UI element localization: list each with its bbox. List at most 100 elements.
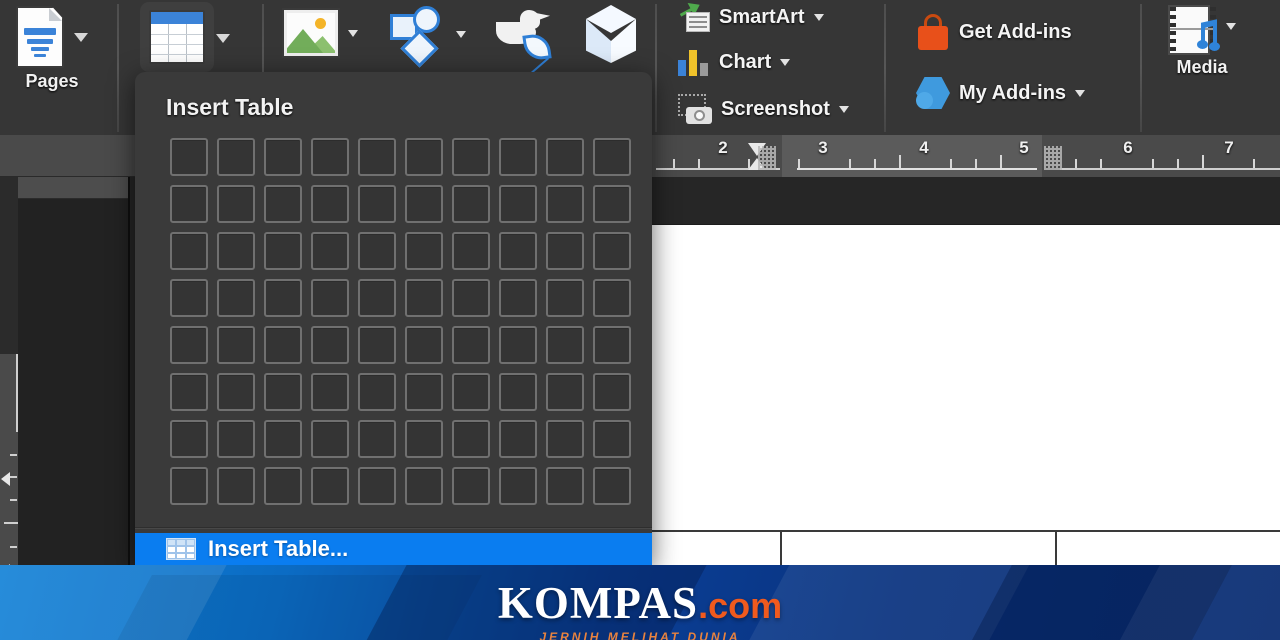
table-size-cell[interactable] xyxy=(405,467,443,505)
ribbon-button-smartart[interactable]: SmartArt xyxy=(676,2,824,32)
table-size-cell[interactable] xyxy=(264,373,302,411)
table-size-cell[interactable] xyxy=(452,326,490,364)
table-size-cell[interactable] xyxy=(311,138,349,176)
table-size-cell[interactable] xyxy=(452,232,490,270)
shapes-chevron-down-icon[interactable] xyxy=(456,30,466,38)
table-size-cell[interactable] xyxy=(546,279,584,317)
table-size-cell[interactable] xyxy=(358,467,396,505)
media-chevron-down-icon[interactable] xyxy=(1226,23,1236,30)
table-size-cell[interactable] xyxy=(217,326,255,364)
table-size-cell[interactable] xyxy=(170,138,208,176)
ribbon-button-table[interactable] xyxy=(140,2,214,72)
table-size-cell[interactable] xyxy=(358,232,396,270)
ribbon-button-3dmodels[interactable] xyxy=(583,5,639,63)
table-size-cell[interactable] xyxy=(546,420,584,458)
table-size-cell[interactable] xyxy=(546,373,584,411)
table-size-cell[interactable] xyxy=(311,467,349,505)
table-size-cell[interactable] xyxy=(358,279,396,317)
table-size-cell[interactable] xyxy=(499,185,537,223)
ribbon-button-shapes[interactable] xyxy=(388,6,466,68)
table-size-cell[interactable] xyxy=(264,326,302,364)
table-size-cell[interactable] xyxy=(264,279,302,317)
table-size-cell[interactable] xyxy=(593,373,631,411)
my-add-ins-chevron-down-icon[interactable] xyxy=(1075,89,1086,97)
table-size-cell[interactable] xyxy=(217,232,255,270)
table-size-picker-grid[interactable] xyxy=(166,134,636,510)
table-size-cell[interactable] xyxy=(405,138,443,176)
table-size-cell[interactable] xyxy=(217,373,255,411)
insert-table-menu-item[interactable]: Insert Table... xyxy=(135,533,652,565)
table-size-cell[interactable] xyxy=(405,185,443,223)
pictures-chevron-down-icon[interactable] xyxy=(348,29,358,37)
table-size-cell[interactable] xyxy=(264,185,302,223)
vertical-indent-marker[interactable] xyxy=(1,472,10,486)
ribbon-button-chart[interactable]: Chart xyxy=(678,48,791,76)
ribbon-button-screenshot[interactable]: Screenshot xyxy=(676,94,849,124)
ribbon-button-get-add-ins[interactable]: Get Add-ins xyxy=(916,14,1072,50)
table-size-cell[interactable] xyxy=(499,138,537,176)
table-size-cell[interactable] xyxy=(311,420,349,458)
table-size-cell[interactable] xyxy=(499,420,537,458)
table-size-cell[interactable] xyxy=(499,373,537,411)
table-size-cell[interactable] xyxy=(311,373,349,411)
table-size-cell[interactable] xyxy=(593,420,631,458)
table-size-cell[interactable] xyxy=(452,420,490,458)
table-size-cell[interactable] xyxy=(217,420,255,458)
table-size-cell[interactable] xyxy=(405,420,443,458)
table-size-cell[interactable] xyxy=(546,326,584,364)
table-size-cell[interactable] xyxy=(264,138,302,176)
ribbon-button-my-add-ins[interactable]: My Add-ins xyxy=(916,76,1086,110)
table-size-cell[interactable] xyxy=(546,467,584,505)
screenshot-chevron-down-icon[interactable] xyxy=(838,105,849,113)
table-size-cell[interactable] xyxy=(546,232,584,270)
table-size-cell[interactable] xyxy=(170,467,208,505)
table-size-cell[interactable] xyxy=(405,373,443,411)
table-size-cell[interactable] xyxy=(264,420,302,458)
table-size-cell[interactable] xyxy=(311,232,349,270)
table-size-cell[interactable] xyxy=(264,467,302,505)
table-size-cell[interactable] xyxy=(170,373,208,411)
table-size-cell[interactable] xyxy=(170,279,208,317)
table-size-cell[interactable] xyxy=(217,467,255,505)
table-size-cell[interactable] xyxy=(358,185,396,223)
table-size-cell[interactable] xyxy=(593,326,631,364)
chart-chevron-down-icon[interactable] xyxy=(780,58,791,66)
table-size-cell[interactable] xyxy=(358,373,396,411)
insert-table-dropdown-panel[interactable]: Insert Table Insert Table... xyxy=(135,72,652,565)
table-size-cell[interactable] xyxy=(593,138,631,176)
tab-stop-marker[interactable] xyxy=(1044,146,1062,170)
table-size-cell[interactable] xyxy=(499,326,537,364)
table-size-cell[interactable] xyxy=(499,232,537,270)
table-size-cell[interactable] xyxy=(170,326,208,364)
tab-stop-marker[interactable] xyxy=(758,146,776,170)
table-size-cell[interactable] xyxy=(170,185,208,223)
ribbon-button-icons[interactable] xyxy=(494,8,552,77)
table-size-cell[interactable] xyxy=(452,138,490,176)
table-size-cell[interactable] xyxy=(217,279,255,317)
table-size-cell[interactable] xyxy=(358,138,396,176)
table-size-cell[interactable] xyxy=(311,326,349,364)
table-size-cell[interactable] xyxy=(593,279,631,317)
table-size-cell[interactable] xyxy=(311,279,349,317)
table-size-cell[interactable] xyxy=(217,138,255,176)
ribbon-button-pages[interactable]: Pages xyxy=(16,6,88,92)
table-size-cell[interactable] xyxy=(593,232,631,270)
ribbon-button-media[interactable]: Media xyxy=(1168,5,1236,78)
table-size-cell[interactable] xyxy=(170,420,208,458)
table-size-cell[interactable] xyxy=(452,467,490,505)
table-size-cell[interactable] xyxy=(264,232,302,270)
ribbon-button-pictures[interactable] xyxy=(282,8,358,58)
table-size-cell[interactable] xyxy=(217,185,255,223)
table-size-cell[interactable] xyxy=(170,232,208,270)
table-size-cell[interactable] xyxy=(358,326,396,364)
table-size-cell[interactable] xyxy=(593,467,631,505)
table-size-cell[interactable] xyxy=(452,373,490,411)
table-size-cell[interactable] xyxy=(452,185,490,223)
smartart-chevron-down-icon[interactable] xyxy=(813,13,824,21)
table-size-cell[interactable] xyxy=(593,185,631,223)
table-size-cell[interactable] xyxy=(358,420,396,458)
table-size-cell[interactable] xyxy=(405,326,443,364)
chevron-down-icon[interactable] xyxy=(74,32,88,42)
table-chevron-down-icon[interactable] xyxy=(216,34,230,43)
table-size-cell[interactable] xyxy=(546,185,584,223)
